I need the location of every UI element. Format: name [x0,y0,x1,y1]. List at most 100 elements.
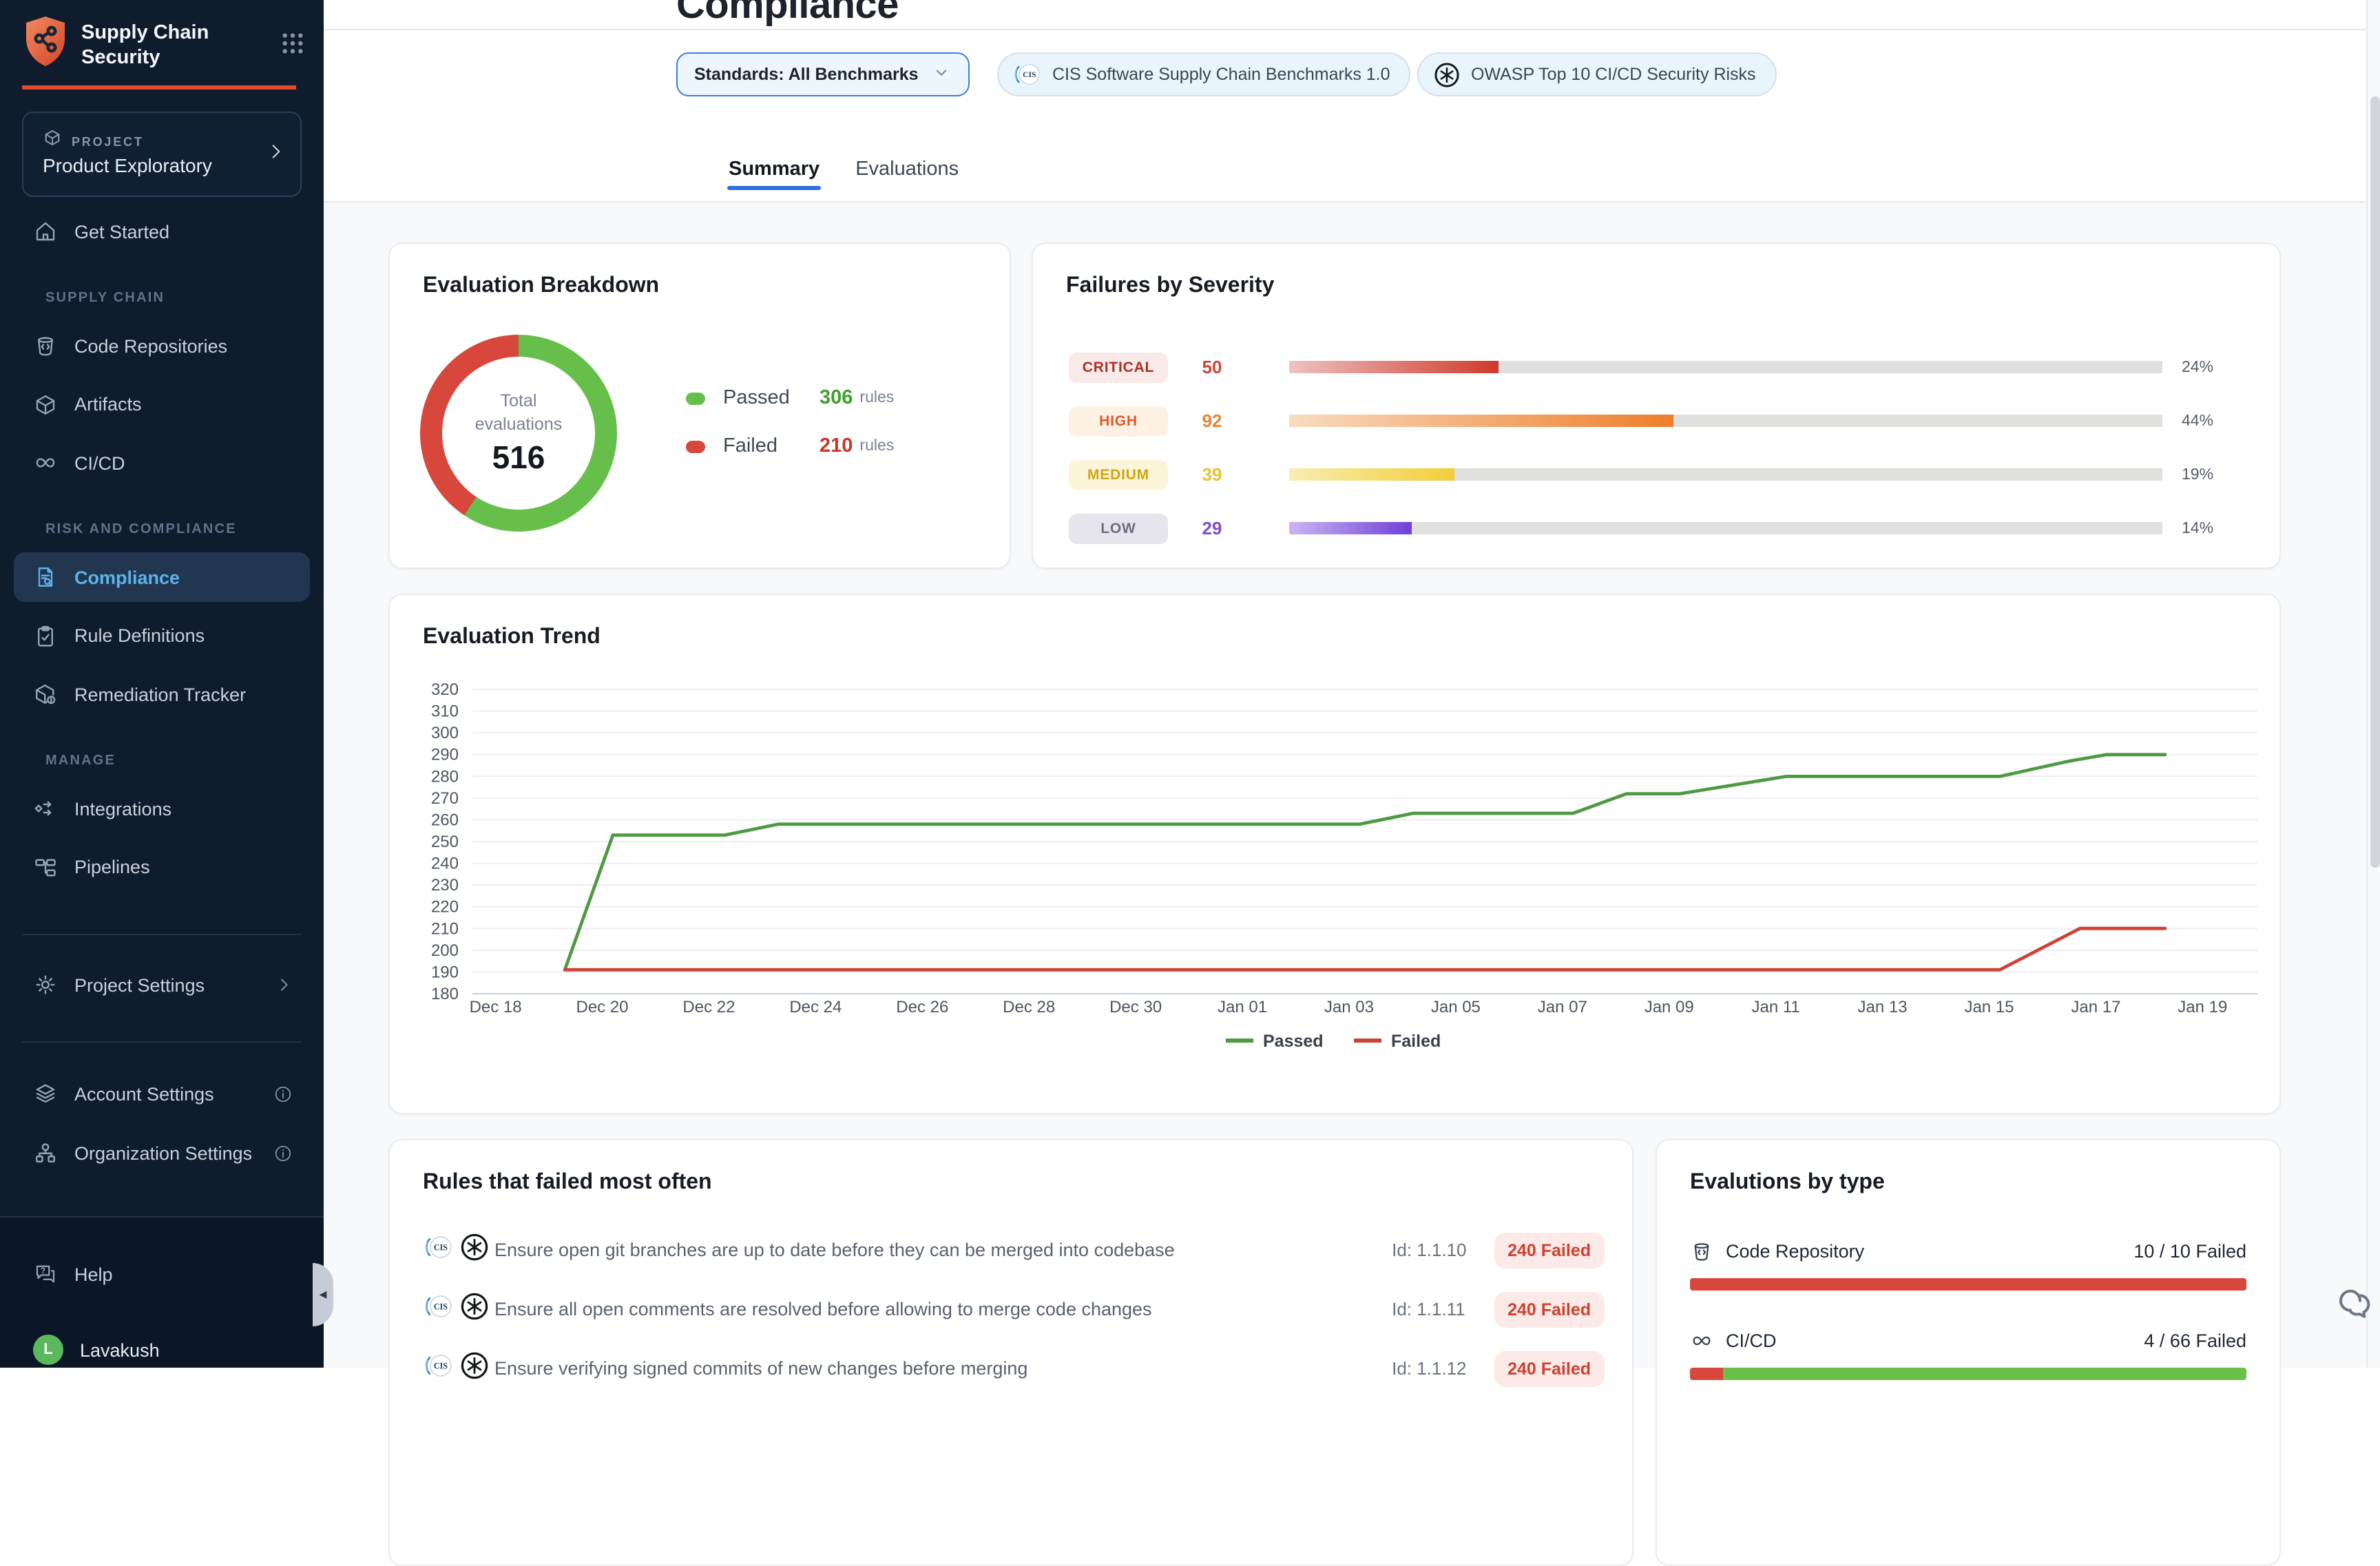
rule-description: Ensure open git branches are up to date … [494,1240,1392,1260]
sidebar-item-get-started[interactable]: Get Started [14,207,310,256]
svg-text:Jan 13: Jan 13 [1858,998,1908,1016]
sidebar-item-project-settings[interactable]: Project Settings [14,960,310,1010]
sidebar-item-integrations[interactable]: Integrations [14,784,310,833]
severity-count: 39 [1168,464,1256,485]
cis-logo-icon: CIS [423,1290,455,1328]
svg-text:Dec 28: Dec 28 [1003,998,1055,1016]
owasp-logo-icon [1432,60,1461,89]
severity-count: 50 [1168,357,1256,377]
sidebar-item-pipelines[interactable]: Pipelines [14,842,310,892]
card-title: Evalutions by type [1690,1171,1885,1196]
severity-percent: 14% [2182,520,2248,536]
tab-evaluations[interactable]: Evaluations [854,138,960,201]
type-status: 10 / 10 Failed [2133,1240,2246,1261]
brand-divider [22,85,296,89]
sidebar-item-label: Get Started [74,221,169,242]
sidebar-item-help[interactable]: ? Help [14,1249,310,1299]
sidebar-item-label: Project Settings [74,974,205,995]
sidebar-item-remediation-tracker[interactable]: Remediation Tracker [14,669,310,719]
legend-swatch [686,440,705,452]
cis-logo-icon: CIS [1012,59,1043,90]
svg-text:260: 260 [431,811,459,829]
sidebar-item-code-repositories[interactable]: Code Repositories [14,321,310,370]
infinity-icon [1690,1328,1713,1352]
rule-row[interactable]: CISEnsure verifying signed commits of ne… [423,1339,1605,1398]
owasp-logo-icon [459,1231,490,1269]
avatar: L [33,1335,63,1365]
rule-id: Id: 1.1.10 [1392,1240,1494,1260]
sidebar-item-rule-definitions[interactable]: Rule Definitions [14,611,310,660]
benchmark-pill-label: OWASP Top 10 CI/CD Security Risks [1471,65,1756,84]
evaluations-by-type-card: Evalutions by type Code Repository10 / 1… [1656,1139,2281,1566]
sidebar-item-artifacts[interactable]: Artifacts [14,379,310,429]
cube-icon [43,128,62,154]
rule-id: Id: 1.1.11 [1392,1299,1494,1319]
type-label: CI/CD [1726,1330,1777,1350]
rule-description: Ensure all open comments are resolved be… [494,1299,1392,1319]
standards-filter-dropdown[interactable]: Standards: All Benchmarks [676,52,970,96]
rules-list: CIS Ensure open git branches are up to da… [423,1220,1605,1398]
severity-bar-fill [1289,468,1455,481]
app-logo: Supply Chain Security [22,15,304,74]
severity-bar-track [1289,468,2162,481]
svg-text:CIS: CIS [1023,71,1036,79]
severity-bars: CRITICAL5024%HIGH9244%MEDIUM3919%LOW2914… [1069,340,2248,555]
shield-logo-icon [22,15,69,74]
legend-item-failed: Failed210rules [686,430,989,463]
severity-bar-fill [1289,361,1499,374]
scrollbar-thumb[interactable] [2370,96,2379,868]
svg-text:230: 230 [431,876,459,895]
severity-badge: MEDIUM [1069,459,1168,490]
svg-text:210: 210 [431,919,459,938]
tab-summary[interactable]: Summary [727,138,821,201]
pipeline-icon [33,855,58,879]
box-icon [33,392,58,417]
svg-text:180: 180 [431,985,459,1003]
type-bar [1690,1278,2246,1291]
severity-bar-track [1289,361,2162,374]
home-icon [33,219,58,244]
app-grid-icon[interactable] [281,31,304,61]
type-row-code-repository: Code Repository10 / 10 Failed [1690,1234,2246,1291]
severity-bar-fill [1289,415,1673,428]
project-selector[interactable]: PROJECT Product Exploratory [22,112,302,197]
nav-section-label: MANAGE [45,749,324,771]
page-title: Compliance [676,0,899,29]
sidebar: Supply Chain Security PROJECT Product Ex… [0,0,324,1368]
owasp-logo-icon [459,1290,490,1328]
integration-icon [33,796,58,821]
compliance-dashboard: Supply Chain Security PROJECT Product Ex… [0,0,2380,1368]
sidebar-item-organization-settings[interactable]: Organization Settings [14,1128,310,1178]
card-title: Rules that failed most often [423,1171,712,1196]
info-icon [273,1083,293,1104]
severity-row-medium: MEDIUM3919% [1069,448,2248,501]
severity-percent: 44% [2182,413,2248,429]
svg-text:200: 200 [431,941,459,960]
sidebar-item-account-settings[interactable]: Account Settings [14,1069,310,1118]
legend-unit: rules [859,438,894,455]
legend-label: Failed [723,435,820,457]
evaluation-trend-chart: 1801902002102202302402502602702802903003… [390,595,2282,1116]
failures-by-severity-card: Failures by Severity CRITICAL5024%HIGH92… [1032,242,2281,569]
sidebar-item-compliance[interactable]: Compliance [14,552,310,602]
page-scrollbar[interactable] [2366,0,2380,1368]
total-evaluations-value: 516 [492,439,545,477]
svg-text:Dec 30: Dec 30 [1109,998,1162,1016]
severity-row-high: HIGH9244% [1069,394,2248,448]
user-menu[interactable]: L Lavakush [14,1325,310,1368]
info-icon [273,1142,293,1163]
benchmark-pill-owasp[interactable]: OWASP Top 10 CI/CD Security Risks [1417,52,1777,96]
benchmark-pill-cis[interactable]: CIS CIS Software Supply Chain Benchmarks… [997,52,1411,96]
chat-support-icon[interactable] [2333,1281,2374,1322]
severity-badge: HIGH [1069,406,1168,436]
rule-failed-badge: 240 Failed [1494,1232,1605,1268]
sidebar-item-ci-cd[interactable]: CI/CD [14,438,310,488]
svg-text:Jan 15: Jan 15 [1964,998,2014,1016]
svg-text:CIS: CIS [434,1242,448,1251]
evaluation-breakdown-card: Evaluation Breakdown Total evaluations 5… [388,242,1011,569]
rule-row[interactable]: CIS Ensure all open comments are resolved… [423,1280,1605,1339]
project-name: Product Exploratory [43,154,212,176]
severity-row-critical: CRITICAL5024% [1069,340,2248,394]
rule-row[interactable]: CIS Ensure open git branches are up to da… [423,1220,1605,1280]
infinity-icon [33,450,58,475]
